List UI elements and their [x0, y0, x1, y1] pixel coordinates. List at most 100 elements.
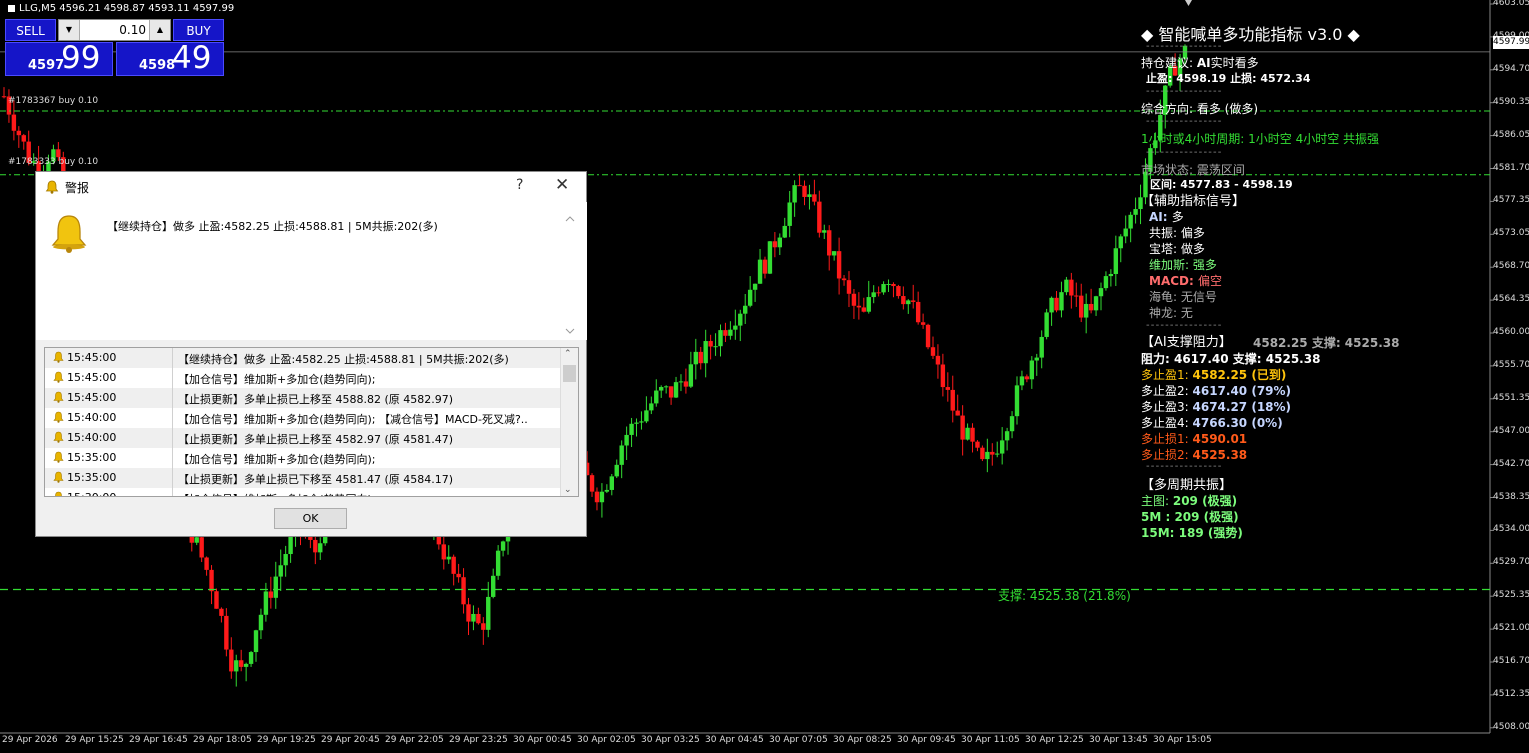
candle-body: [268, 591, 274, 598]
candle-body: [930, 347, 936, 356]
list-item[interactable]: 15:45:00 【继续持仓】做多 止盈:4582.25 止损:4588.81 |…: [45, 348, 561, 368]
order-label[interactable]: #1783367 buy 0.10: [8, 96, 98, 106]
candle-body: [624, 434, 629, 446]
bid-price-box[interactable]: 4597 99: [5, 40, 113, 76]
lot-value[interactable]: 0.10: [119, 20, 146, 40]
candle-body: [995, 453, 1000, 455]
alert-time: 15:40:00: [67, 431, 117, 444]
resonance-main: 主图: 209 (极强): [1141, 494, 1238, 508]
aux-resonance: 共振: 偏多: [1149, 226, 1205, 240]
lot-size-input[interactable]: ▼ 0.10 ▲: [58, 19, 171, 41]
chart-shift-icon: [1185, 0, 1192, 6]
candle-body: [945, 387, 951, 390]
candle-body: [1054, 297, 1059, 311]
divider: - - - - - - - - - - - - - - - -: [1146, 116, 1221, 127]
alert-text: 【加仓信号】维加斯+多加仓(趋势同向);: [178, 453, 376, 466]
close-icon[interactable]: ✕: [555, 175, 569, 195]
candle-body: [693, 351, 698, 365]
resonance-5m: 5M : 209 (极强): [1141, 510, 1239, 524]
divider: - - - - - - - - - - - - - - - -: [1146, 86, 1221, 97]
candle-body: [812, 194, 817, 202]
list-item[interactable]: 15:35:00 【加仓信号】维加斯+多加仓(趋势同向);: [45, 448, 561, 468]
candle-body: [1024, 376, 1030, 380]
price-axis-label: 4586.05: [1493, 129, 1529, 140]
alert-time: 15:40:00: [67, 411, 117, 424]
candle-body: [278, 565, 283, 577]
candle-body: [318, 543, 323, 553]
candle-body: [1044, 312, 1049, 337]
candle-body: [219, 608, 224, 616]
alert-message-area: 【继续持仓】做多 止盈:4582.25 止损:4588.81 | 5M共振:20…: [36, 202, 587, 340]
time-axis-label: 30 Apr 00:45: [513, 735, 572, 745]
candle-body: [708, 341, 713, 347]
bid-small: 4597: [28, 58, 65, 73]
candle-body: [920, 322, 926, 325]
candle-body: [985, 451, 990, 460]
scroll-up-icon[interactable]: ⌃: [564, 349, 572, 359]
candle-body: [456, 573, 461, 578]
column-separator: [172, 488, 173, 496]
time-axis-label: 30 Apr 03:25: [641, 735, 700, 745]
aux-ai: AI: 多: [1149, 210, 1184, 224]
candle-body: [476, 613, 481, 624]
candle-body: [209, 569, 214, 592]
list-item[interactable]: 15:30:00 【加仓信号】维加斯+多加仓(趋势同向);: [45, 488, 561, 496]
candle-body: [194, 537, 199, 543]
price-axis-label: 4555.70: [1493, 359, 1529, 370]
candle-body: [896, 286, 901, 297]
list-item[interactable]: 15:35:00 【止损更新】多单止损已下移至 4581.47 (原 4584.1…: [45, 468, 561, 488]
history-scrollbar[interactable]: ⌃ ⌄: [560, 348, 578, 496]
large-bell-icon: [51, 215, 87, 253]
candle-body: [471, 613, 476, 622]
divider: - - - - - - - - - - - - - - - -: [1146, 320, 1221, 331]
candle-body: [1088, 303, 1094, 311]
alert-history-list[interactable]: 15:45:00 【继续持仓】做多 止盈:4582.25 止损:4588.81 |…: [44, 347, 579, 497]
list-item[interactable]: 15:40:00 【止损更新】多单止损已上移至 4582.97 (原 4581.4…: [45, 428, 561, 448]
current-price-label: 4597.99: [1493, 36, 1529, 49]
candle-body: [1079, 295, 1084, 318]
candle-body: [688, 364, 694, 387]
scroll-down-icon[interactable]: ⌄: [564, 485, 572, 495]
candle-body: [199, 537, 204, 558]
candle-body: [911, 300, 916, 302]
triangle-up-icon[interactable]: ▲: [149, 20, 170, 40]
order-label[interactable]: #1783333 buy 0.10: [8, 157, 98, 167]
ok-button[interactable]: OK: [274, 508, 347, 529]
price-axis-label: 4534.00: [1493, 524, 1529, 535]
bell-icon: [53, 431, 64, 443]
candle-body: [16, 130, 22, 136]
message-scrollbar[interactable]: [563, 212, 577, 338]
buy-button[interactable]: BUY: [173, 19, 224, 41]
bell-icon: [55, 491, 62, 496]
time-axis-label: 30 Apr 11:05: [961, 735, 1020, 745]
sell-button[interactable]: SELL: [5, 19, 56, 41]
list-item[interactable]: 15:45:00 【加仓信号】维加斯+多加仓(趋势同向);: [45, 368, 561, 388]
candle-body: [698, 351, 703, 364]
scrollbar-thumb[interactable]: [563, 365, 576, 382]
dialog-titlebar[interactable]: 警报 ? ✕: [36, 172, 586, 202]
help-icon[interactable]: ?: [516, 177, 523, 193]
list-item[interactable]: 15:40:00 【加仓信号】维加斯+多加仓(趋势同向); 【减仓信号】MACD-…: [45, 408, 561, 428]
triangle-down-icon[interactable]: ▼: [59, 20, 80, 40]
candle-body: [659, 387, 664, 391]
column-separator: [172, 468, 173, 488]
column-separator: [172, 408, 173, 428]
alert-time: 15:45:00: [67, 391, 117, 404]
candle-body: [797, 185, 802, 187]
candle-body: [1049, 297, 1054, 313]
candle-body: [663, 386, 669, 388]
candle-body: [935, 355, 941, 365]
list-item[interactable]: 15:45:00 【止损更新】多单止损已上移至 4588.82 (原 4582.9…: [45, 388, 561, 408]
candle-body: [1019, 376, 1025, 386]
price-axis-label: 4516.70: [1493, 656, 1529, 666]
candle-body: [743, 305, 748, 314]
candle-body: [965, 427, 970, 440]
candle-body: [234, 660, 239, 672]
candle-body: [481, 623, 486, 630]
time-axis-label: 30 Apr 15:05: [1153, 735, 1212, 745]
ask-price-box[interactable]: 4598 49: [116, 40, 224, 76]
candle-body: [253, 630, 259, 653]
alert-text: 【加仓信号】维加斯+多加仓(趋势同向);: [178, 373, 376, 386]
time-axis-label: 30 Apr 08:25: [833, 735, 892, 745]
price-axis-label: 4564.35: [1493, 294, 1529, 305]
